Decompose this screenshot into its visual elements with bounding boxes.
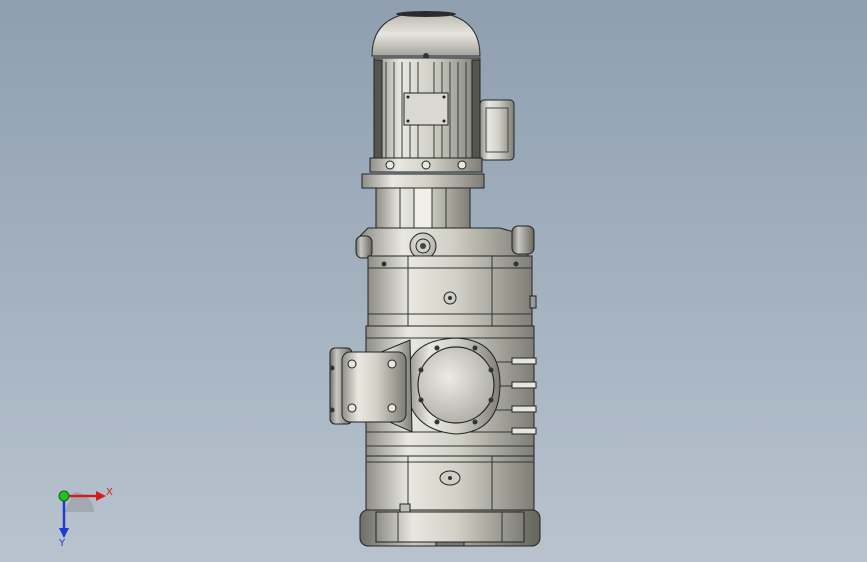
graphics-viewport[interactable]: X Y — [0, 0, 867, 562]
outlet-flange[interactable] — [329, 339, 413, 433]
base-feet[interactable] — [359, 503, 541, 547]
orientation-triad[interactable]: X Y — [40, 478, 120, 548]
y-axis-label: Y — [58, 538, 66, 548]
pump-casing-lower[interactable] — [365, 455, 535, 511]
terminal-box — [479, 99, 515, 161]
pump-motor-assembly-model[interactable] — [0, 0, 867, 562]
motor-adapter-lantern[interactable] — [361, 173, 485, 237]
x-axis-label: X — [106, 487, 113, 498]
motor[interactable] — [369, 11, 515, 173]
upper-bearing-housing[interactable] — [355, 225, 535, 260]
inlet-flange[interactable] — [405, 337, 501, 435]
pump-casing-upper[interactable] — [367, 255, 537, 327]
motor-fan-cover — [371, 11, 481, 57]
motor-nameplate — [403, 92, 449, 126]
